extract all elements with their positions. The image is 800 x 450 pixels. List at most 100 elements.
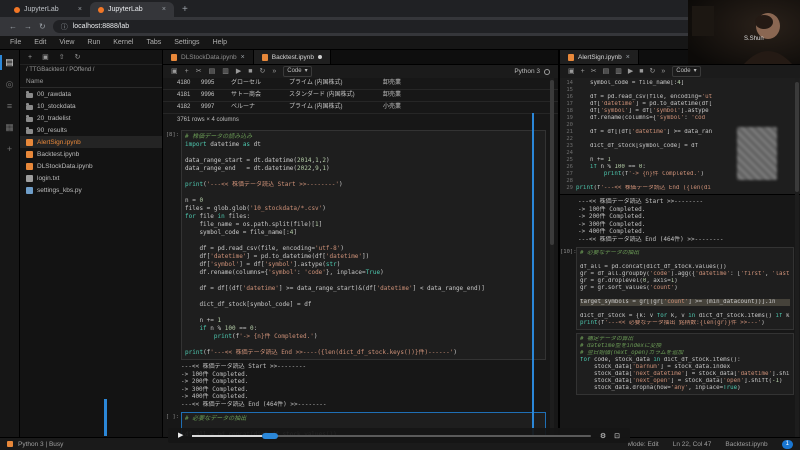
file-label: DLStockData.ipynb bbox=[37, 162, 93, 170]
cell-type-dropdown[interactable]: Code ▾ bbox=[672, 66, 701, 77]
code-editor[interactable]: # 補足データの算出 # datetime型をindexに変換 # 翌日始値(nex… bbox=[576, 333, 794, 395]
close-tab-icon[interactable]: × bbox=[78, 6, 82, 13]
menu-item[interactable]: File bbox=[10, 39, 21, 46]
screen: JupyterLab × JupyterLab × + ← → ↻ ⓘ localh… bbox=[0, 0, 800, 450]
toolbar-icons: ▣ + ✂ ▤ ▥ ▶ ■ ↻ » bbox=[568, 68, 665, 75]
panel-resize-highlight[interactable] bbox=[532, 113, 534, 437]
restart-run-all-icon[interactable]: » bbox=[272, 68, 276, 75]
file-alertsign-ipynb[interactable]: AlertSign.ipynb bbox=[20, 136, 162, 148]
menu-item[interactable]: Run bbox=[87, 39, 100, 46]
restart-run-all-icon[interactable]: » bbox=[661, 68, 665, 75]
play-icon[interactable]: ▶ bbox=[178, 432, 183, 439]
upload-icon[interactable]: ⇧ bbox=[59, 53, 65, 61]
video-progress-bar[interactable] bbox=[192, 432, 591, 439]
stop-kernel-icon[interactable]: ■ bbox=[248, 68, 252, 75]
save-icon[interactable]: ▣ bbox=[171, 68, 178, 75]
copy-cell-icon[interactable]: ▤ bbox=[209, 68, 216, 75]
menu-item[interactable]: Help bbox=[213, 39, 227, 46]
browser-address-bar: ←→↻ ⓘ localhost:8888/lab ☆ ⋮ bbox=[0, 17, 800, 36]
cursor-position[interactable]: Ln 22, Col 47 bbox=[673, 441, 712, 448]
notification-badge[interactable]: 1 bbox=[781, 439, 793, 449]
cut-cell-icon[interactable]: ✂ bbox=[196, 68, 202, 75]
tab-dlstockdata[interactable]: DLStockData.ipynb × bbox=[163, 50, 254, 64]
folder-00-rawdata[interactable]: 00_rawdata bbox=[20, 88, 162, 100]
add-cell-icon[interactable]: + bbox=[581, 68, 585, 75]
cut-cell-icon[interactable]: ✂ bbox=[591, 68, 597, 75]
menu-item[interactable]: Kernel bbox=[113, 39, 133, 46]
file-backtest-ipynb[interactable]: Backtest.ipynb bbox=[20, 148, 162, 160]
webcam-overlay: S.Shun bbox=[688, 0, 800, 64]
cell-type-dropdown[interactable]: Code ▾ bbox=[283, 66, 312, 77]
site-info-icon[interactable]: ⓘ bbox=[61, 22, 68, 32]
file-label: Backtest.ipynb bbox=[37, 150, 80, 158]
close-tab-icon[interactable]: × bbox=[241, 54, 245, 61]
file-list-header[interactable]: Name bbox=[20, 76, 162, 88]
menu-item[interactable]: Settings bbox=[174, 39, 199, 46]
file-settings-kbs-py[interactable]: settings_kbs.py bbox=[20, 184, 162, 196]
command-palette-icon[interactable]: ≡ bbox=[7, 101, 12, 111]
run-cell-icon[interactable]: ▶ bbox=[236, 68, 241, 75]
restart-kernel-icon[interactable]: ↻ bbox=[259, 68, 265, 75]
right-scrollbar[interactable] bbox=[795, 78, 799, 437]
notebook-icon bbox=[171, 53, 177, 61]
close-tab-icon[interactable]: × bbox=[162, 6, 166, 13]
browser-tab[interactable]: JupyterLab × bbox=[90, 2, 174, 17]
restart-kernel-icon[interactable]: ↻ bbox=[649, 68, 655, 75]
dataframe-summary: 3761 rows × 4 columns bbox=[177, 117, 239, 123]
video-progress-handle[interactable] bbox=[262, 432, 279, 439]
player-right-icons: ⚙ ⊡ bbox=[600, 432, 620, 440]
forward-icon[interactable]: → bbox=[24, 22, 32, 31]
file-login-txt[interactable]: login.txt bbox=[20, 172, 162, 184]
file-label: login.txt bbox=[37, 174, 60, 182]
line-number: 21 bbox=[566, 129, 573, 135]
new-launcher-icon[interactable]: + bbox=[28, 54, 32, 61]
paste-cell-icon[interactable]: ▥ bbox=[615, 68, 622, 75]
menu-item[interactable]: View bbox=[59, 39, 74, 46]
add-cell-icon[interactable]: + bbox=[185, 68, 189, 75]
close-tab-icon[interactable]: × bbox=[626, 54, 630, 61]
fullscreen-icon[interactable]: ⊡ bbox=[614, 432, 620, 440]
file-label: 90_results bbox=[37, 126, 67, 134]
new-tab-button[interactable]: + bbox=[182, 4, 188, 15]
file-type-icon bbox=[26, 114, 33, 122]
folder-90-results[interactable]: 90_results bbox=[20, 124, 162, 136]
notebook-scroll-area[interactable]: 4180 9995 グローセル プライム (内国株式) 卸売業 4181 999… bbox=[163, 78, 558, 437]
output-line: -> 300件 Completed. bbox=[181, 385, 249, 393]
refresh-icon[interactable]: ↻ bbox=[75, 53, 81, 61]
cell-collapser[interactable] bbox=[104, 399, 107, 436]
back-icon[interactable]: ← bbox=[9, 22, 17, 31]
run-cell-icon[interactable]: ▶ bbox=[628, 68, 633, 75]
editor-mode[interactable]: Mode: Edit bbox=[628, 441, 659, 448]
extensions-icon[interactable]: + bbox=[7, 144, 12, 154]
url-bar[interactable]: ⓘ localhost:8888/lab ☆ bbox=[52, 20, 759, 33]
file-dlstockdata-ipynb[interactable]: DLStockData.ipynb bbox=[20, 160, 162, 172]
line-number: 27 bbox=[566, 171, 573, 177]
menu-item[interactable]: Edit bbox=[34, 39, 46, 46]
copy-cell-icon[interactable]: ▤ bbox=[603, 68, 610, 75]
running-sessions-icon[interactable]: ◎ bbox=[6, 79, 14, 90]
code-editor[interactable]: # 必要なデータの抽出 df_all = pd.concat(dict_df_s… bbox=[576, 247, 794, 330]
paste-cell-icon[interactable]: ▥ bbox=[222, 68, 229, 75]
new-folder-icon[interactable]: ▣ bbox=[42, 53, 49, 61]
code-cell: # 補足データの算出 # datetime型をindexに変換 # 翌日始値(nex… bbox=[560, 333, 800, 395]
tab-backtest[interactable]: Backtest.ipynb bbox=[253, 50, 332, 64]
output-line: -> 200件 Completed. bbox=[578, 213, 646, 220]
property-inspector-icon[interactable]: ▦ bbox=[5, 122, 14, 133]
save-icon[interactable]: ▣ bbox=[568, 68, 575, 75]
reload-icon[interactable]: ↻ bbox=[39, 22, 46, 31]
code-editor[interactable]: # 株価データの読み込み import datetime as dt data_r… bbox=[181, 130, 546, 360]
browser-tab[interactable]: JupyterLab × bbox=[6, 2, 90, 17]
settings-icon[interactable]: ⚙ bbox=[600, 432, 606, 440]
breadcrumb[interactable]: / TTGBacktest / POffend / bbox=[20, 65, 162, 76]
url-text[interactable]: localhost:8888/lab bbox=[73, 23, 740, 30]
notebook-toolbar: ▣ + ✂ ▤ ▥ ▶ ■ ↻ » Code ▾ Python 3 bbox=[163, 65, 558, 79]
tab-alertsign[interactable]: AlertSign.ipynb × bbox=[560, 50, 639, 64]
folder-10-stockdata[interactable]: 10_stockdata bbox=[20, 100, 162, 112]
folder-20-tradelist[interactable]: 20_tradelist bbox=[20, 112, 162, 124]
file-browser-icon[interactable]: ▤ bbox=[5, 57, 14, 68]
menu-item[interactable]: Tabs bbox=[146, 39, 161, 46]
kernel-status-text[interactable]: Python 3 | Busy bbox=[18, 441, 63, 448]
kernel-indicator[interactable]: Python 3 bbox=[514, 68, 550, 75]
stop-kernel-icon[interactable]: ■ bbox=[639, 68, 643, 75]
center-scrollbar[interactable] bbox=[550, 78, 554, 437]
